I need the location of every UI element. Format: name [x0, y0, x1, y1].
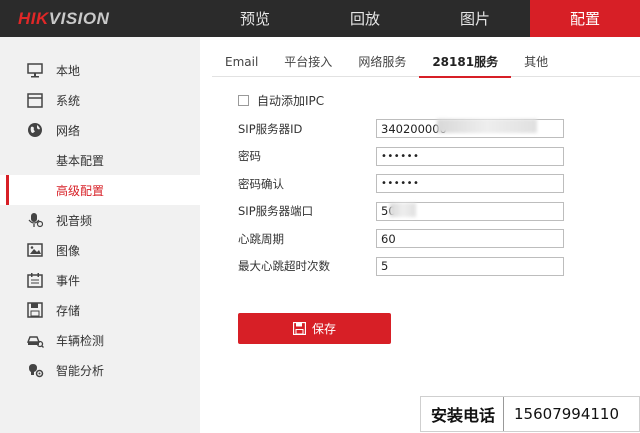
confirm-password-label: 密码确认 [238, 176, 284, 191]
sidebar-item-network[interactable]: 网络 [0, 115, 200, 145]
sidebar-item-image[interactable]: 图像 [0, 235, 200, 265]
save-button[interactable]: 保存 [238, 313, 391, 344]
top-bar: HIK VISION 预览 回放 图片 配置 [0, 0, 640, 37]
microphone-icon [26, 211, 44, 229]
heartbeat-period-input[interactable] [376, 229, 564, 249]
logo-vision-text: VISION [48, 8, 110, 28]
car-search-icon [26, 331, 44, 349]
sidebar-item-local[interactable]: 本地 [0, 55, 200, 85]
tab-email[interactable]: Email [212, 49, 271, 77]
sidebar-item-storage[interactable]: 存储 [0, 295, 200, 325]
nav-configuration[interactable]: 配置 [530, 0, 640, 37]
hikvision-logo: HIK VISION [0, 0, 200, 37]
heartbeat-period-row: 心跳周期 [238, 225, 638, 253]
image-icon [26, 241, 44, 259]
sip-id-redaction [437, 119, 537, 133]
sidebar-item-advanced-config[interactable]: 高级配置 [0, 175, 200, 205]
sidebar-label-local: 本地 [56, 63, 81, 78]
tab-platform-access[interactable]: 平台接入 [271, 49, 345, 77]
auto-add-ipc-checkbox[interactable] [238, 94, 249, 106]
sip-server-port-row: SIP服务器端口 [238, 198, 638, 226]
main-panel: Email 平台接入 网络服务 28181服务 其他 自动添加IPC SIP服务… [200, 37, 640, 433]
password-label: 密码 [238, 149, 261, 164]
max-heartbeat-timeout-input[interactable] [376, 256, 564, 276]
install-phone-label: 安装电话 [421, 397, 505, 431]
sidebar-label-storage: 存储 [56, 303, 81, 318]
tab-other[interactable]: 其他 [511, 49, 561, 77]
smart-analysis-icon [26, 361, 44, 379]
password-row: 密码 [238, 143, 638, 171]
sidebar-label-event: 事件 [56, 273, 81, 288]
sidebar-label-video-audio: 视音频 [56, 213, 93, 228]
max-heartbeat-timeout-label: 最大心跳超时次数 [238, 259, 330, 274]
tab-28181-service[interactable]: 28181服务 [419, 49, 511, 78]
sip-server-id-label: SIP服务器ID [238, 121, 303, 136]
sidebar-label-image: 图像 [56, 243, 81, 258]
floppy-disk-icon [26, 301, 44, 319]
sidebar-label-smart-analysis: 智能分析 [56, 363, 105, 378]
auto-add-ipc-label: 自动添加IPC [257, 93, 325, 108]
sidebar-item-video-audio[interactable]: 视音频 [0, 205, 200, 235]
sidebar-label-network: 网络 [56, 123, 81, 138]
nav-picture[interactable]: 图片 [420, 0, 530, 37]
tab-network-service[interactable]: 网络服务 [345, 49, 419, 77]
gb28181-form: 自动添加IPC SIP服务器ID 密码 密码确认 SIP服务器端口 心跳周期 最… [238, 89, 638, 280]
system-window-icon [26, 91, 44, 109]
logo-hik-text: HIK [18, 8, 49, 28]
top-nav: 预览 回放 图片 配置 [200, 0, 640, 37]
password-input[interactable] [376, 146, 564, 166]
globe-icon [26, 121, 44, 139]
nav-preview[interactable]: 预览 [200, 0, 310, 37]
install-phone-number: 15607994110 [514, 405, 619, 423]
sidebar-item-basic-config[interactable]: 基本配置 [0, 145, 200, 175]
sidebar-item-vehicle-detection[interactable]: 车辆检测 [0, 325, 200, 355]
install-phone-overlay: 安装电话 15607994110 [420, 396, 640, 432]
sidebar-label-vehicle-detection: 车辆检测 [56, 333, 105, 348]
config-tabs: Email 平台接入 网络服务 28181服务 其他 [212, 49, 640, 78]
sidebar-item-smart-analysis[interactable]: 智能分析 [0, 355, 200, 385]
nav-playback[interactable]: 回放 [310, 0, 420, 37]
sip-server-port-label: SIP服务器端口 [238, 204, 314, 219]
calendar-icon [26, 271, 44, 289]
monitor-icon [26, 61, 44, 79]
sidebar-item-event[interactable]: 事件 [0, 265, 200, 295]
save-button-label: 保存 [311, 322, 336, 336]
sidebar-label-system: 系统 [56, 93, 81, 108]
heartbeat-period-label: 心跳周期 [238, 231, 284, 246]
confirm-password-row: 密码确认 [238, 170, 638, 198]
sidebar-item-system[interactable]: 系统 [0, 85, 200, 115]
save-disk-icon [292, 322, 306, 335]
sip-port-redaction [390, 203, 416, 217]
auto-add-ipc-row: 自动添加IPC [238, 89, 638, 111]
sidebar: 本地 系统 网络 基本配置 高级配置 视音频 图像 事件 存储 车辆检测 智能分… [0, 37, 200, 433]
confirm-password-input[interactable] [376, 174, 564, 194]
max-heartbeat-timeout-row: 最大心跳超时次数 [238, 253, 638, 281]
